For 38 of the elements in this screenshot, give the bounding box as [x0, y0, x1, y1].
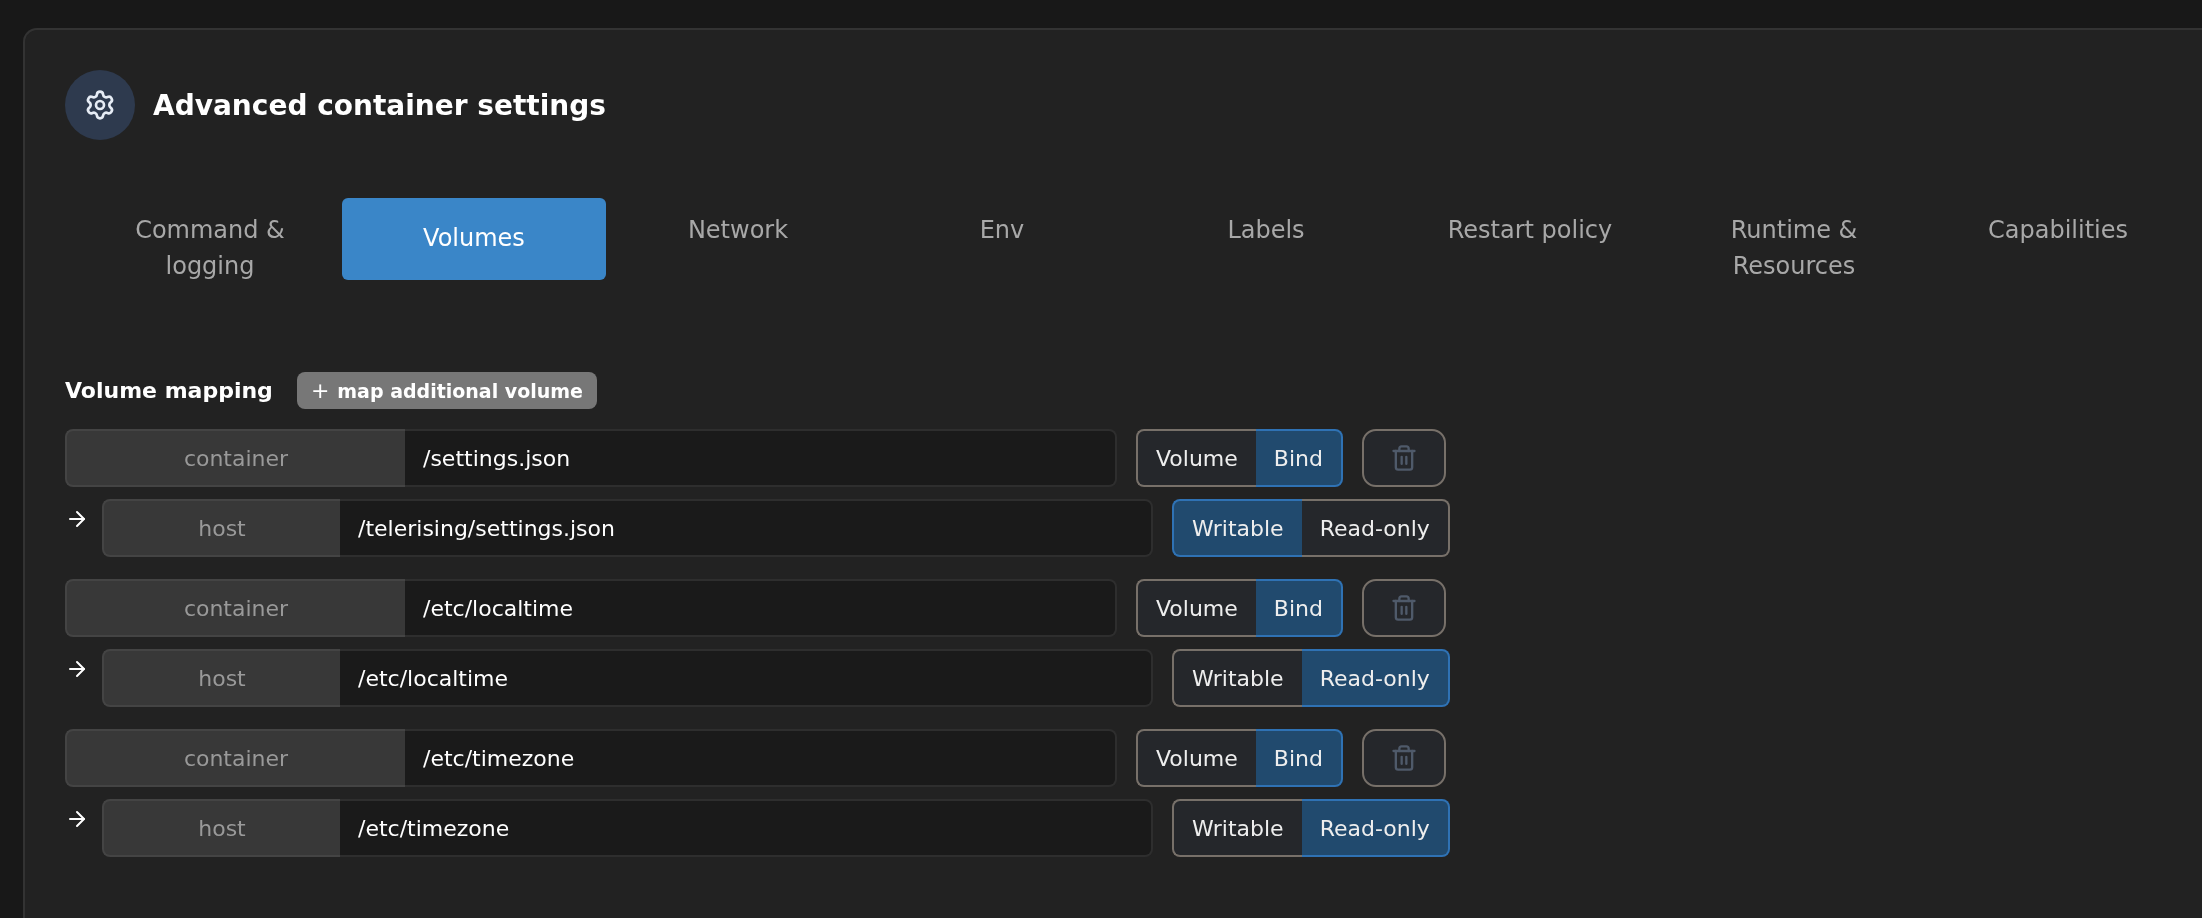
field-label: container	[65, 729, 405, 787]
tab[interactable]: Volumes	[342, 198, 606, 280]
tab[interactable]: Env	[870, 198, 1134, 256]
type-toggle-option[interactable]: Bind	[1255, 729, 1343, 787]
tab[interactable]: Restart policy	[1398, 198, 1662, 256]
host-path-field[interactable]: /etc/localtime	[340, 649, 1153, 707]
host-path-field[interactable]: /telerising/settings.json	[340, 499, 1153, 557]
tab[interactable]: Labels	[1134, 198, 1398, 256]
trash-icon	[1389, 444, 1418, 472]
add-volume-button[interactable]: + map additional volume	[296, 372, 597, 409]
type-toggle-option[interactable]: Volume	[1136, 579, 1256, 637]
field-label: host	[102, 649, 340, 707]
access-toggle-option[interactable]: Read-only	[1301, 499, 1450, 557]
field-label: host	[102, 499, 340, 557]
field-label: host	[102, 799, 340, 857]
field-label: container	[65, 429, 405, 487]
tab[interactable]: Network	[606, 198, 870, 256]
tab[interactable]: Runtime & Resources	[1662, 198, 1926, 292]
host-path-field[interactable]: /etc/timezone	[340, 799, 1153, 857]
type-toggle-option[interactable]: Volume	[1136, 429, 1256, 487]
section-label: Volume mapping	[65, 378, 273, 403]
container-path-field[interactable]: /settings.json	[405, 429, 1117, 487]
tab[interactable]: Command & logging	[78, 198, 342, 292]
type-toggle-option[interactable]: Bind	[1255, 429, 1343, 487]
field-label: container	[65, 579, 405, 637]
access-toggle-option[interactable]: Writable	[1172, 499, 1302, 557]
type-toggle-option[interactable]: Volume	[1136, 729, 1256, 787]
access-toggle-option[interactable]: Read-only	[1301, 799, 1450, 857]
tab[interactable]: Capabilities	[1926, 198, 2190, 256]
type-toggle-option[interactable]: Bind	[1255, 579, 1343, 637]
access-toggle-option[interactable]: Read-only	[1301, 649, 1450, 707]
panel-title: Advanced container settings	[153, 88, 606, 122]
access-toggle-option[interactable]: Writable	[1172, 799, 1302, 857]
container-path-field[interactable]: /etc/timezone	[405, 729, 1117, 787]
trash-icon	[1389, 744, 1418, 772]
trash-icon	[1389, 594, 1418, 622]
container-path-field[interactable]: /etc/localtime	[405, 579, 1117, 637]
access-toggle-option[interactable]: Writable	[1172, 649, 1302, 707]
